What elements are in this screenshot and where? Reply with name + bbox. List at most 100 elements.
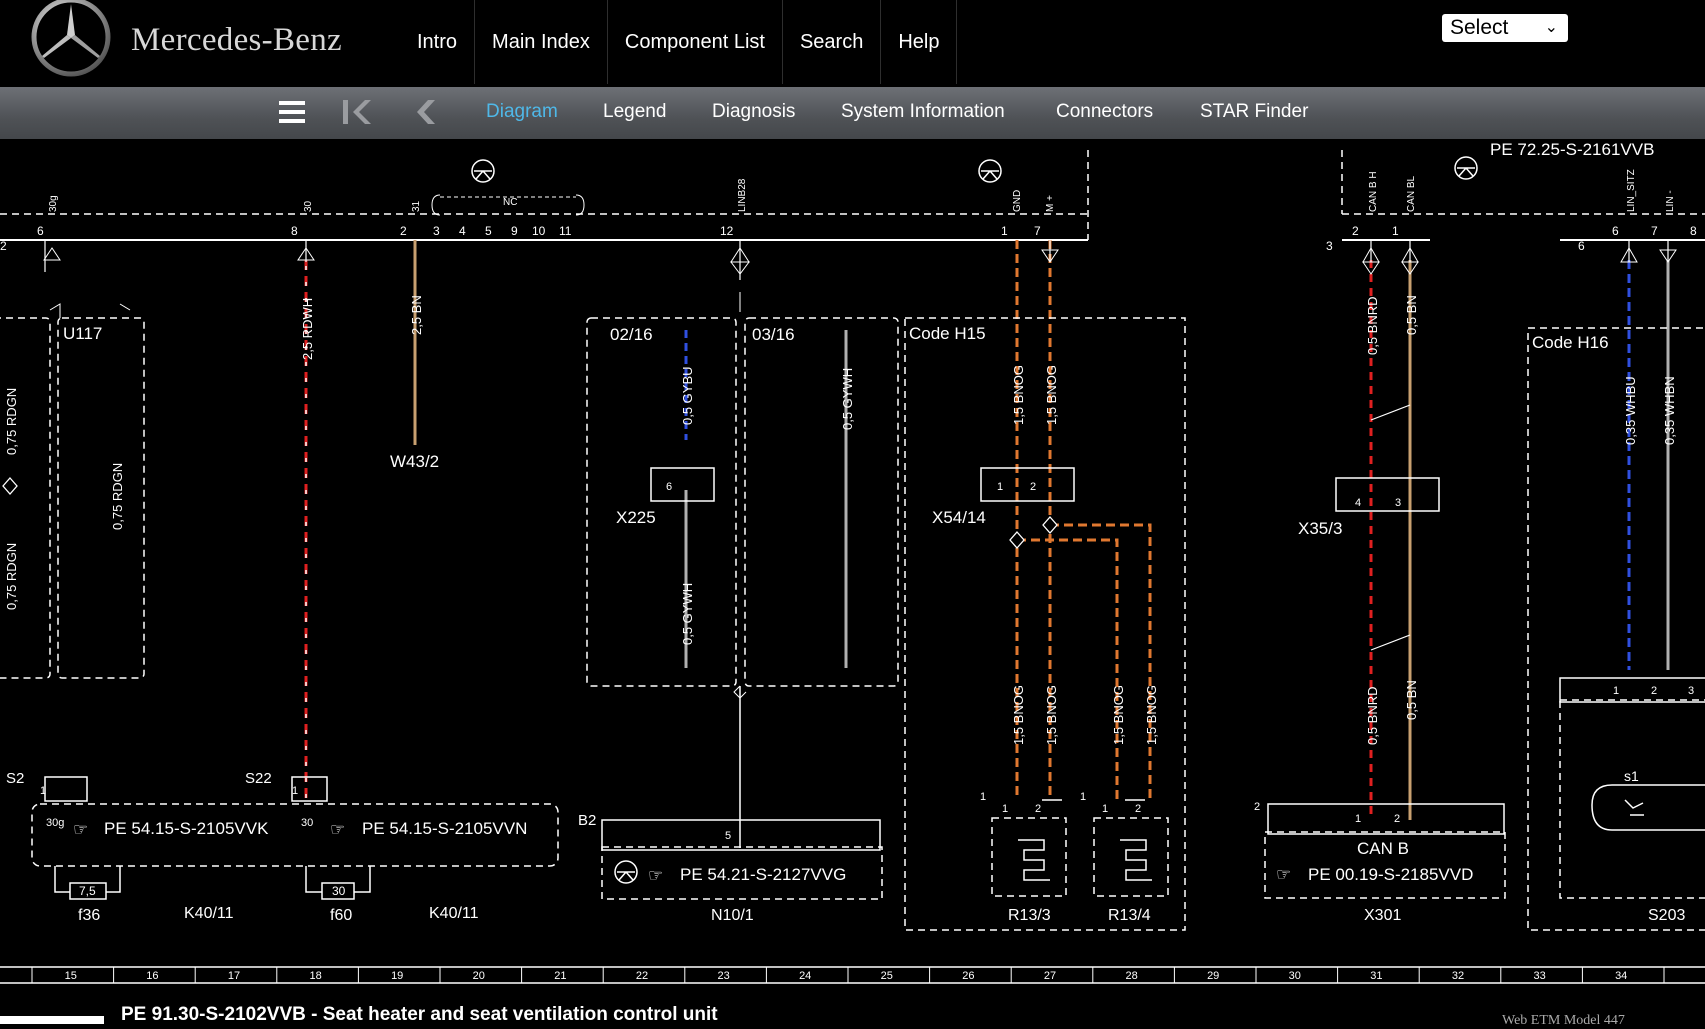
nav-main-index[interactable]: Main Index [475, 0, 608, 84]
component-label[interactable]: s1 [1624, 768, 1639, 784]
component-label[interactable]: R13/4 [1108, 907, 1151, 924]
wire-label: 0,5 BNRD [1365, 296, 1380, 355]
wire-label: 0,75 RDGN [110, 463, 125, 530]
nav-help[interactable]: Help [881, 0, 958, 84]
seat-switch-icon [1591, 784, 1705, 831]
pin-number: 1 [1613, 685, 1619, 697]
tab-diagnosis[interactable]: Diagnosis [712, 101, 795, 123]
first-page-icon[interactable] [341, 97, 375, 127]
pin-number: 10 [532, 224, 546, 238]
wire-label: 0,5 BNRD [1365, 686, 1380, 745]
wire-label: 1,5 BNOG [1044, 685, 1059, 745]
pin-number: 2 [1030, 481, 1036, 493]
fuse-value: 7,5 [79, 884, 96, 898]
wire-label: 0,35 WHBU [1623, 376, 1638, 445]
wire-label: 0,75 RDGN [4, 543, 19, 610]
block-u117 [57, 317, 145, 679]
pin-number: 1 [1001, 224, 1008, 238]
block-03-16 [744, 317, 899, 687]
component-label[interactable]: f36 [78, 907, 100, 924]
ruler-number: 21 [554, 970, 566, 982]
ruler-number: 28 [1125, 970, 1137, 982]
tab-diagram[interactable]: Diagram [486, 101, 558, 123]
reference-link[interactable]: PE 54.21-S-2127VVG [680, 865, 846, 884]
wire-bnog [1017, 538, 1119, 800]
block-label: 03/16 [752, 325, 795, 344]
wire-label: 1,5 BNOG [1044, 365, 1059, 425]
component-label[interactable]: X225 [616, 508, 656, 527]
nav-intro[interactable]: Intro [402, 0, 476, 84]
pin-label: LIN - [1665, 190, 1676, 212]
component-label[interactable]: W43/2 [390, 452, 439, 471]
wire-bnog [1050, 523, 1152, 800]
wire-label: 1,5 BNOG [1011, 685, 1026, 745]
wire-label: 0,75 RDGN [4, 388, 19, 455]
tab-system-information[interactable]: System Information [841, 101, 1005, 123]
nav-component-list[interactable]: Component List [608, 0, 783, 84]
component-label[interactable]: X54/14 [932, 508, 986, 527]
component-label[interactable]: S203 [1648, 907, 1685, 924]
component-label[interactable]: B2 [578, 812, 596, 829]
pin-number: 3 [1326, 239, 1333, 253]
block-label: Code H16 [1532, 333, 1609, 352]
tab-legend[interactable]: Legend [603, 101, 666, 123]
tab-star-finder[interactable]: STAR Finder [1200, 101, 1308, 123]
select-value: Select [1450, 16, 1509, 39]
ruler-number: 20 [473, 970, 485, 982]
component-label[interactable]: K40/11 [184, 905, 234, 922]
component-label[interactable]: X35/3 [1298, 519, 1342, 538]
ruler-number: 22 [636, 970, 648, 982]
pin-number: 3 [433, 224, 440, 238]
brand-name: Mercedes-Benz [131, 22, 342, 58]
component-label[interactable]: X301 [1364, 907, 1401, 924]
pin-number: 1 [292, 785, 298, 797]
component-label[interactable]: R13/3 [1008, 907, 1051, 924]
pin-number: 6 [37, 224, 44, 238]
ruler-number: 26 [962, 970, 974, 982]
pin-number: 2 [1035, 803, 1041, 815]
reference-link[interactable]: PE 54.15-S-2105VVK [104, 819, 269, 838]
reference-link[interactable]: PE 00.19-S-2185VVD [1308, 865, 1473, 884]
pin-number: 2 [1135, 803, 1141, 815]
component-label[interactable]: CAN B [1357, 839, 1409, 858]
ruler-number: 29 [1207, 970, 1219, 982]
pin-number: 1 [1002, 803, 1008, 815]
nav-search[interactable]: Search [783, 0, 882, 84]
footer-tab[interactable] [0, 1016, 104, 1024]
hand-pointer-icon: ☞ [73, 820, 88, 839]
wire-label: 0,5 GYWH [680, 583, 695, 645]
tab-connectors[interactable]: Connectors [1056, 101, 1153, 123]
wire-label: 2,5 BN [409, 295, 424, 335]
ruler-number: 30 [1289, 970, 1301, 982]
hand-pointer-icon: ☞ [330, 820, 345, 839]
top-reference[interactable]: PE 72.25-S-2161VVB [1490, 140, 1654, 159]
pin-number: 2 [0, 239, 7, 253]
diagram-toolbar: Diagram Legend Diagnosis System Informat… [0, 87, 1705, 139]
component-label[interactable]: S2 [6, 770, 24, 787]
pin-label: CAN B H [1368, 171, 1379, 212]
mercedes-star-logo-icon[interactable] [30, 0, 114, 78]
grid-ruler: 15 16 17 18 19 20 21 22 23 24 25 26 27 28 29 30 31 32 33 34 [0, 966, 1705, 984]
component-label[interactable]: K40/11 [429, 905, 479, 922]
reference-link[interactable]: PE 54.15-S-2105VVN [362, 819, 527, 838]
ruler-number: 17 [228, 970, 240, 982]
wire-label: 0,5 GYWH [840, 368, 855, 430]
pin-number: 1 [1392, 224, 1399, 238]
ruler-number: 25 [881, 970, 893, 982]
main-navigation: Intro Main Index Component List Search H… [402, 0, 958, 84]
component-label[interactable]: S22 [245, 770, 272, 787]
component-label[interactable]: f60 [330, 907, 352, 924]
ground-symbol-icon [614, 860, 638, 884]
pin-number: 4 [1355, 497, 1361, 509]
ruler-number: 18 [309, 970, 321, 982]
pin-number: 2 [1394, 813, 1400, 825]
hand-pointer-icon: ☞ [1276, 865, 1291, 884]
component-label[interactable]: N10/1 [711, 907, 754, 924]
menu-icon[interactable] [278, 97, 306, 127]
previous-page-icon[interactable] [414, 97, 438, 127]
wiring-diagram[interactable]: 30g 30 31 NC LINB28 GND M + CAN B H CAN … [0, 139, 1705, 965]
ruler-number: 27 [1044, 970, 1056, 982]
model-select-dropdown[interactable]: Select ⌄ [1442, 14, 1568, 42]
top-header: Mercedes-Benz Intro Main Index Component… [0, 0, 1705, 87]
block-label: U117 [63, 324, 102, 343]
